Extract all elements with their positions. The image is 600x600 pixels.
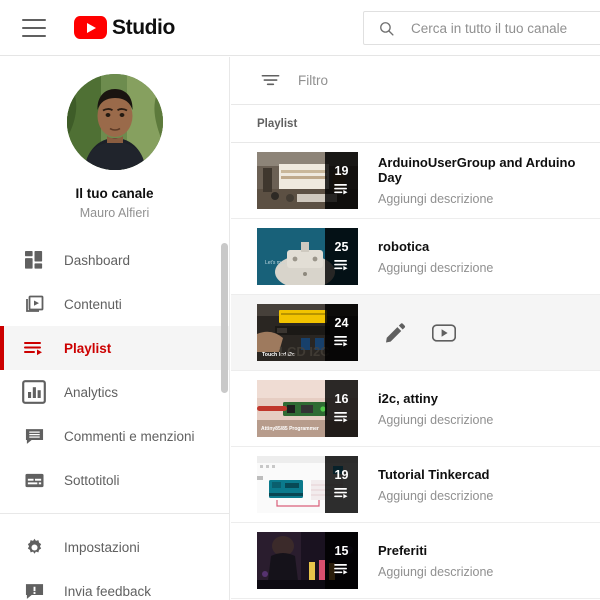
sidebar-item-label: Analytics: [64, 384, 119, 400]
video-count: 16: [334, 392, 349, 407]
sidebar-item-label: Contenuti: [64, 296, 122, 312]
table-row[interactable]: Touch lcd i2c LCD I2C 24: [231, 295, 600, 371]
video-library-icon: [22, 292, 46, 316]
youtube-studio-window: Studio Cerca in tutto il tuo canale Il t…: [0, 0, 600, 600]
playlist-title[interactable]: robotica: [378, 239, 493, 254]
sidebar-item-label: Commenti e menzioni: [64, 428, 195, 444]
youtube-play-logo-icon: [74, 16, 107, 39]
filter-bar[interactable]: Filtro: [231, 57, 600, 105]
brand-label: Studio: [112, 15, 175, 39]
gear-icon: [22, 535, 46, 559]
edit-playlist-button[interactable]: [384, 322, 406, 344]
table-row[interactable]: Let's m... 25 robotica Aggiungi descrizi…: [231, 219, 600, 295]
playlist-title[interactable]: i2c, attiny: [378, 391, 493, 406]
dashboard-icon: [22, 248, 46, 272]
sidebar-item-label: Playlist: [64, 340, 112, 356]
table-row[interactable]: 19 ArduinoUserGroup and Arduino Day Aggi…: [231, 143, 600, 219]
playlist-icon: [334, 259, 348, 271]
sidebar-item-invia-feedback[interactable]: Invia feedback: [0, 569, 229, 600]
left-sidebar: Il tuo canale Mauro Alfieri Dashboard Co…: [0, 57, 230, 600]
video-count: 19: [334, 164, 349, 179]
video-count-badge: 16: [325, 380, 358, 437]
playlist-title[interactable]: Preferiti: [378, 543, 493, 558]
sidebar-item-label: Dashboard: [64, 252, 131, 268]
studio-brand[interactable]: Studio: [74, 16, 175, 40]
sidebar-item-analytics[interactable]: Analytics: [0, 370, 229, 414]
vertical-scrollbar-thumb[interactable]: [221, 243, 228, 393]
svg-text:Let's m...: Let's m...: [265, 260, 285, 266]
sidebar-item-label: Invia feedback: [64, 583, 152, 599]
playlist-thumbnail[interactable]: 19: [257, 152, 358, 209]
svg-text:LCD I2C: LCD I2C: [279, 344, 330, 359]
playlist-meta: Tutorial Tinkercad Aggiungi descrizione: [378, 467, 493, 503]
sidebar-nav: Dashboard Contenuti Playlist Analytics C…: [0, 238, 229, 600]
sidebar-item-sottotitoli[interactable]: Sottotitoli: [0, 458, 229, 502]
video-count-badge: 19: [325, 152, 358, 209]
sidebar-item-dashboard[interactable]: Dashboard: [0, 238, 229, 282]
feedback-icon: [22, 579, 46, 600]
analytics-bar-chart-icon: [22, 380, 46, 404]
video-count-badge: 24: [325, 304, 358, 361]
table-row[interactable]: Attiny85/85 Programmer 16 i2c, attiny Ag…: [231, 371, 600, 447]
playlist-icon: [334, 411, 348, 423]
top-header: Studio: [0, 0, 600, 56]
sidebar-divider: [0, 513, 229, 514]
video-count-badge: 25: [325, 228, 358, 285]
svg-text:Attiny85/85 Programmer: Attiny85/85 Programmer: [261, 426, 319, 432]
row-hover-actions: [384, 322, 456, 344]
channel-avatar[interactable]: [66, 74, 163, 170]
sidebar-item-label: Sottotitoli: [64, 472, 120, 488]
playlist-thumbnail[interactable]: Let's m... 25: [257, 228, 358, 285]
search-bar[interactable]: [363, 11, 600, 45]
filter-label: Filtro: [298, 73, 328, 88]
playlist-meta: i2c, attiny Aggiungi descrizione: [378, 391, 493, 427]
sidebar-item-impostazioni[interactable]: Impostazioni: [0, 525, 229, 569]
sidebar-item-commenti[interactable]: Commenti e menzioni: [0, 414, 229, 458]
playlist-description[interactable]: Aggiungi descrizione: [378, 261, 493, 275]
playlist-icon: [334, 335, 348, 347]
search-icon: [380, 21, 394, 36]
channel-block: Il tuo canale Mauro Alfieri: [0, 57, 229, 220]
search-input[interactable]: [411, 20, 600, 36]
playlist-meta: robotica Aggiungi descrizione: [378, 239, 493, 275]
playlist-title[interactable]: Tutorial Tinkercad: [378, 467, 493, 482]
playlist-meta: ArduinoUserGroup and Arduino Day Aggiung…: [378, 155, 600, 206]
playlist-thumbnail[interactable]: Touch lcd i2c LCD I2C 24: [257, 304, 358, 361]
playlist-description[interactable]: Aggiungi descrizione: [378, 489, 493, 503]
channel-title: Il tuo canale: [75, 186, 154, 201]
video-count: 24: [334, 316, 349, 331]
view-on-youtube-button[interactable]: [432, 323, 456, 342]
playlist-thumbnail[interactable]: 19: [257, 456, 358, 513]
hamburger-menu-icon[interactable]: [22, 18, 46, 37]
video-count: 25: [334, 240, 349, 255]
table-row[interactable]: 19 Tutorial Tinkercad Aggiungi descrizio…: [231, 447, 600, 523]
playlist-description[interactable]: Aggiungi descrizione: [378, 565, 493, 579]
playlist-title[interactable]: ArduinoUserGroup and Arduino Day: [378, 155, 600, 185]
filter-icon: [261, 74, 280, 86]
video-count-badge: 15: [325, 532, 358, 589]
column-header-playlist: Playlist: [231, 105, 600, 143]
sidebar-item-label: Impostazioni: [64, 539, 140, 555]
playlist-thumbnail[interactable]: 15: [257, 532, 358, 589]
playlist-icon: [334, 487, 348, 499]
subtitles-icon: [22, 468, 46, 492]
video-count-badge: 19: [325, 456, 358, 513]
playlist-icon: [334, 183, 348, 195]
video-count: 19: [334, 468, 349, 483]
sidebar-item-contenuti[interactable]: Contenuti: [0, 282, 229, 326]
playlist-description[interactable]: Aggiungi descrizione: [378, 192, 600, 206]
playlist-icon: [22, 336, 46, 360]
playlist-thumbnail[interactable]: Attiny85/85 Programmer 16: [257, 380, 358, 437]
video-count: 15: [334, 544, 349, 559]
comment-icon: [22, 424, 46, 448]
playlist-meta: Preferiti Aggiungi descrizione: [378, 543, 493, 579]
sidebar-item-playlist[interactable]: Playlist: [0, 326, 229, 370]
main-content: Filtro Playlist 19 ArduinoUserGroup and …: [231, 57, 600, 600]
table-row[interactable]: 15 Preferiti Aggiungi descrizione: [231, 523, 600, 599]
channel-name: Mauro Alfieri: [79, 206, 150, 220]
playlist-description[interactable]: Aggiungi descrizione: [378, 413, 493, 427]
playlist-icon: [334, 563, 348, 575]
